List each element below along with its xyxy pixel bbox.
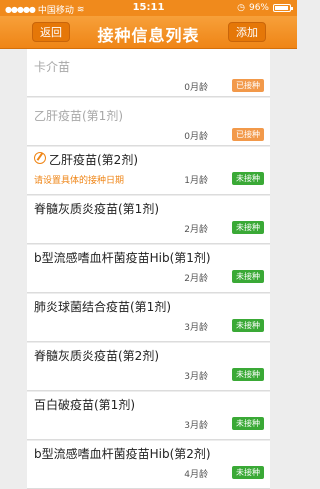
vaccine-name: 乙肝疫苗(第1剂) (34, 109, 123, 123)
vaccine-item[interactable]: 肺炎球菌结合疫苗(第1剂) 3月龄 未接种 (27, 294, 270, 342)
vaccine-name: 脊髓灰质炎疫苗(第1剂) (34, 202, 159, 216)
vaccine-age: 1月龄 (184, 176, 208, 186)
vaccine-name: b型流感嗜血杆菌疫苗Hib(第2剂) (34, 447, 211, 461)
vaccine-age: 3月龄 (184, 421, 208, 431)
battery-icon (273, 4, 293, 12)
vaccine-name: 卡介苗 (34, 60, 71, 74)
status-badge: 未接种 (232, 368, 264, 381)
vaccine-item[interactable]: 百白破疫苗(第1剂) 3月龄 未接种 (27, 392, 270, 440)
vaccine-age: 3月龄 (184, 323, 208, 333)
status-badge: 未接种 (232, 221, 264, 234)
status-badge: 未接种 (232, 270, 264, 283)
status-badge: 未接种 (232, 172, 264, 185)
status-badge: 已接种 (232, 79, 264, 92)
vaccine-item[interactable]: 乙肝疫苗(第1剂) 0月龄 已接种 (27, 98, 270, 146)
vaccine-name: 乙肝疫苗(第2剂) (49, 153, 138, 167)
vaccine-age: 4月龄 (184, 470, 208, 480)
vaccine-age: 0月龄 (184, 83, 208, 93)
vaccine-item[interactable]: 脊髓灰质炎疫苗(第2剂) 3月龄 未接种 (27, 343, 270, 391)
vaccine-age: 0月龄 (184, 132, 208, 142)
vaccine-age: 2月龄 (184, 274, 208, 284)
vaccine-item[interactable]: b型流感嗜血杆菌疫苗Hib(第2剂) 4月龄 未接种 (27, 441, 270, 489)
add-button[interactable]: 添加 (228, 22, 266, 42)
status-bar: ●●●●● 中国移动 ≋ 15:11 ◷ 96% (0, 0, 297, 16)
vaccine-name: 肺炎球菌结合疫苗(第1剂) (34, 300, 171, 314)
vaccine-age: 3月龄 (184, 372, 208, 382)
vaccine-item[interactable]: 卡介苗 0月龄 已接种 (27, 49, 270, 97)
vaccine-item[interactable]: 乙肝疫苗(第2剂) 请设置具体的接种日期 1月龄 未接种 (27, 147, 270, 195)
date-hint: 请设置具体的接种日期 (34, 176, 125, 186)
vaccine-age: 2月龄 (184, 225, 208, 235)
battery-percent: 96% (248, 3, 269, 13)
edit-date-icon[interactable] (34, 152, 46, 164)
status-badge: 未接种 (232, 417, 264, 430)
vaccine-item[interactable]: 脊髓灰质炎疫苗(第1剂) 2月龄 未接种 (27, 196, 270, 244)
navigation-bar: 返回 接种信息列表 添加 (0, 16, 297, 49)
vaccine-name: b型流感嗜血杆菌疫苗Hib(第1剂) (34, 251, 211, 265)
alarm-icon: ◷ (237, 3, 245, 13)
battery-info: ◷ 96% (237, 3, 293, 13)
vaccine-name: 百白破疫苗(第1剂) (34, 398, 135, 412)
status-badge: 未接种 (232, 466, 264, 479)
status-badge: 已接种 (232, 128, 264, 141)
battery-fill (275, 6, 289, 10)
status-badge: 未接种 (232, 319, 264, 332)
vaccine-name: 脊髓灰质炎疫苗(第2剂) (34, 349, 159, 363)
vaccine-item[interactable]: b型流感嗜血杆菌疫苗Hib(第1剂) 2月龄 未接种 (27, 245, 270, 293)
